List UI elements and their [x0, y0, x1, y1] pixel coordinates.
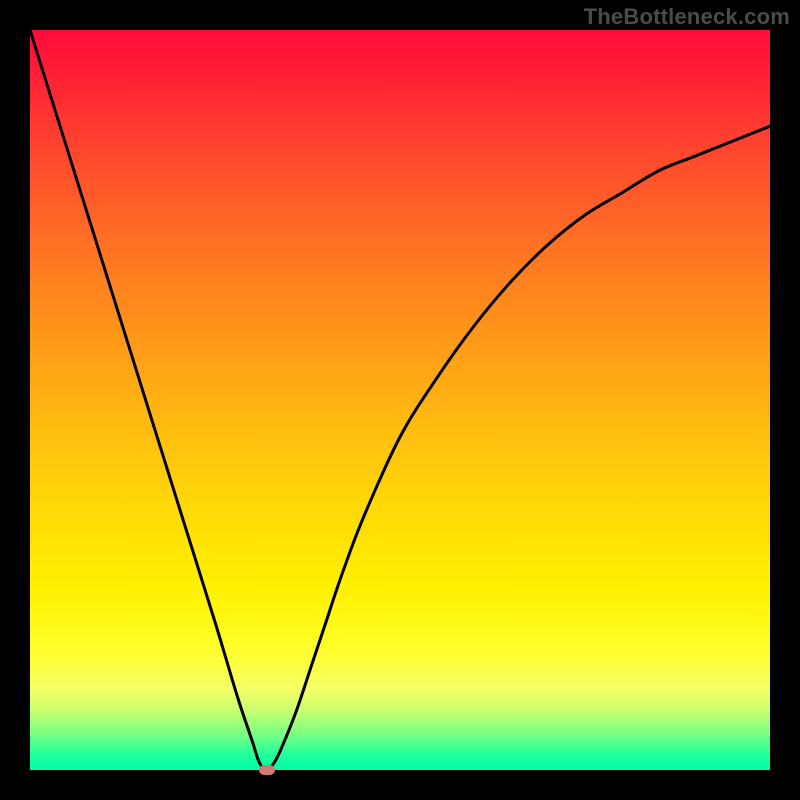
curve-svg: [30, 30, 770, 770]
bottleneck-curve: [30, 30, 770, 770]
minimum-dot: [259, 765, 275, 775]
chart-frame: TheBottleneck.com: [0, 0, 800, 800]
watermark-text: TheBottleneck.com: [584, 4, 790, 30]
plot-area: [30, 30, 770, 770]
